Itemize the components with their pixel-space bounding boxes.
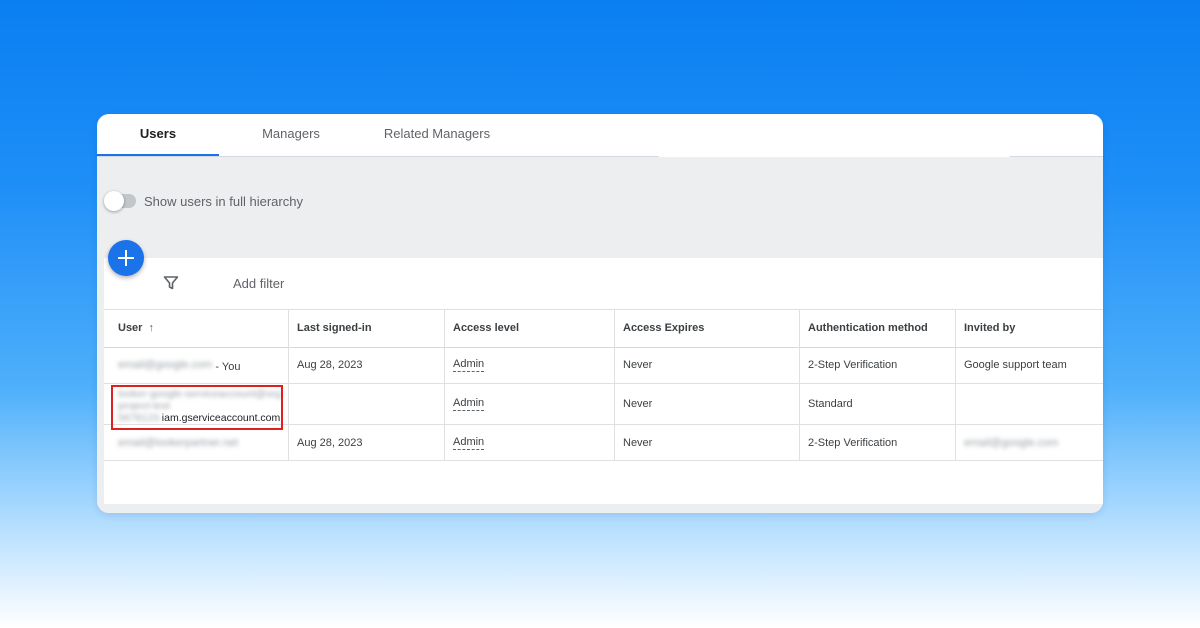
access-level-link[interactable]: Admin [453, 358, 485, 372]
auth-method-cell: Standard [799, 384, 955, 424]
filter-icon[interactable] [163, 275, 179, 291]
service-account-highlight [111, 385, 283, 430]
invited-by-cell: Google support team [955, 347, 1103, 383]
column-header-label: User [118, 322, 143, 334]
add-user-button[interactable] [108, 240, 144, 276]
access-expires-cell: Never [614, 384, 799, 424]
access-level-link[interactable]: Admin [453, 436, 485, 450]
tab-related-managers[interactable]: Related Managers [367, 114, 507, 154]
tab-bar: Users Managers Related Managers [97, 114, 1103, 157]
access-level-cell: Admin [444, 384, 614, 424]
table-row[interactable]: email@google.com - You Aug 28, 2023 Admi… [104, 347, 1103, 384]
invited-by-cell [955, 384, 1103, 424]
column-header-invited-by[interactable]: Invited by [955, 310, 1103, 347]
invited-by-cell: email@google.com [955, 425, 1103, 460]
column-header-authentication-method[interactable]: Authentication method [799, 310, 955, 347]
inviter-email: email@google.com [964, 436, 1059, 449]
access-expires-cell: Never [614, 347, 799, 383]
table-footer [97, 504, 1103, 513]
toggle-knob [104, 191, 124, 211]
access-level-cell: Admin [444, 425, 614, 460]
users-card: Users Managers Related Managers Show use… [97, 114, 1103, 513]
access-expires-cell: Never [614, 425, 799, 460]
last-signed-in-cell: Aug 28, 2023 [288, 347, 444, 383]
full-hierarchy-toggle-label: Show users in full hierarchy [144, 194, 303, 209]
column-header-last-signed-in[interactable]: Last signed-in [288, 310, 444, 347]
access-level-cell: Admin [444, 347, 614, 383]
user-cell: email@lookerpartner.net [104, 425, 288, 460]
column-header-user[interactable]: User ↑ [104, 310, 288, 347]
add-filter-button[interactable]: Add filter [233, 276, 284, 291]
full-hierarchy-toggle[interactable] [104, 191, 136, 211]
column-header-access-level[interactable]: Access level [444, 310, 614, 347]
last-signed-in-cell: Aug 28, 2023 [288, 425, 444, 460]
arrow-up-icon: ↑ [148, 322, 154, 334]
last-signed-in-cell [288, 384, 444, 424]
tab-managers[interactable]: Managers [231, 114, 351, 154]
table-header: User ↑ Last signed-in Access level Access… [104, 309, 1103, 348]
plus-icon-vertical [125, 250, 127, 266]
auth-method-cell: 2-Step Verification [799, 347, 955, 383]
user-you-suffix: - You [212, 361, 241, 373]
column-header-access-expires[interactable]: Access Expires [614, 310, 799, 347]
user-cell: email@google.com - You [104, 347, 288, 383]
auth-method-cell: 2-Step Verification [799, 425, 955, 460]
tab-users[interactable]: Users [97, 114, 219, 156]
user-email: email@lookerpartner.net [118, 436, 239, 449]
table-row[interactable]: email@lookerpartner.net Aug 28, 2023 Adm… [104, 425, 1103, 461]
user-email: email@google.com [118, 359, 213, 371]
access-level-link[interactable]: Admin [453, 397, 485, 411]
